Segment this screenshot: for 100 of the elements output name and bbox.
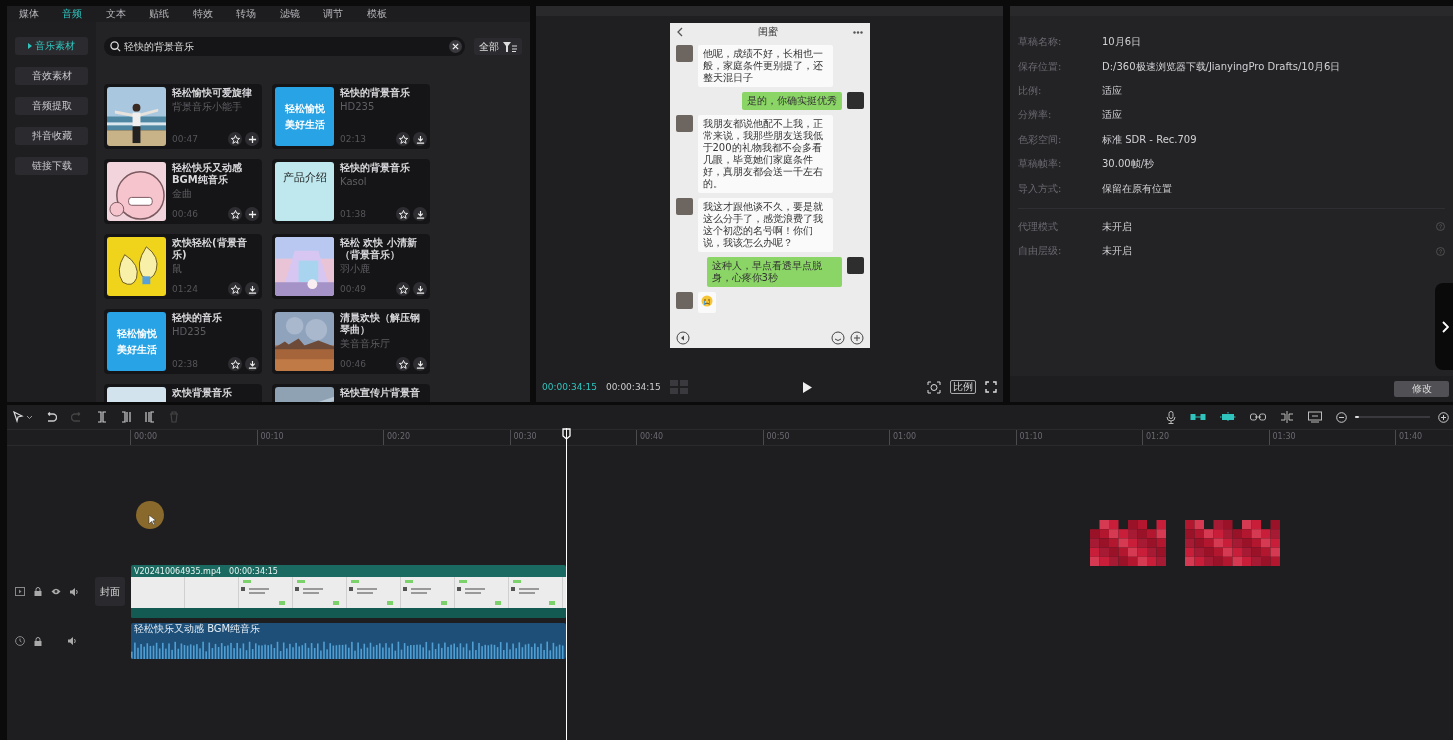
favorite-button[interactable] [228, 207, 242, 221]
split-preview-button[interactable] [1280, 411, 1294, 423]
playhead-handle-icon[interactable] [562, 428, 571, 440]
ruler-label: 00:20 [383, 430, 510, 445]
music-card[interactable]: 轻松愉悦 美好生活 轻快的音乐 HD235 02:38 [104, 309, 262, 374]
link-button[interactable] [1250, 413, 1266, 421]
split-right-button[interactable] [145, 411, 155, 423]
add-button[interactable] [245, 132, 259, 146]
tab[interactable]: 文本 [94, 7, 138, 21]
avatar [675, 292, 693, 309]
split-left-button[interactable] [121, 411, 131, 423]
tab[interactable]: 特效 [181, 7, 225, 21]
download-icon [415, 284, 425, 294]
avatar [675, 198, 693, 215]
music-card[interactable]: 欢快背景音乐 [104, 384, 262, 402]
crying-emoji-icon [700, 295, 713, 307]
tab[interactable]: 贴纸 [137, 7, 181, 21]
collapse-tab[interactable] [1435, 283, 1453, 370]
music-card[interactable]: 清晨欢快（解压钢琴曲） 美音音乐厅 00:46 [272, 309, 430, 374]
download-button[interactable] [413, 357, 427, 371]
track-title: 轻快的背景音乐 [340, 87, 411, 99]
search-field[interactable]: 轻快的背景音乐 [124, 41, 446, 52]
tab[interactable]: 模板 [355, 7, 399, 21]
track-title: 轻松 欢快 小清新（背景音乐） [340, 237, 418, 261]
zoom-in-button[interactable] [1438, 411, 1449, 423]
tab[interactable]: 音频 [50, 7, 94, 21]
link-icon [1250, 413, 1266, 421]
track-artist: 羽小鹿 [340, 262, 371, 275]
search-bar[interactable]: 轻快的背景音乐 [104, 37, 465, 56]
tab[interactable]: 媒体 [7, 7, 51, 21]
mic-button[interactable] [1166, 410, 1176, 424]
favorite-button[interactable] [228, 132, 242, 146]
ruler-label: 00:00 [130, 430, 257, 445]
field-value: D:/360极速浏览器下载/JianyingPro Drafts/10月6日 [1102, 59, 1341, 74]
filter-button[interactable]: 全部 [474, 38, 522, 55]
favorite-button[interactable] [396, 282, 410, 296]
zoom-out-icon [1336, 411, 1347, 423]
tab[interactable]: 转场 [224, 7, 268, 21]
track-duration: 01:38 [340, 209, 367, 219]
music-card[interactable]: 轻松愉悦 美好生活 轻快的背景音乐 HD235 02:13 [272, 84, 430, 149]
category-item[interactable]: 抖音收藏 [15, 127, 88, 145]
clear-button[interactable] [449, 40, 462, 53]
download-button[interactable] [413, 132, 427, 146]
lock-icon[interactable] [34, 636, 42, 646]
star-icon [398, 209, 408, 219]
back-icon [676, 27, 683, 37]
preview-axis-icon [1220, 412, 1236, 422]
zoom-out-button[interactable] [1336, 411, 1347, 423]
category-item[interactable]: 音频提取 [15, 97, 88, 115]
field-value: 适应 [1102, 108, 1122, 123]
eye-icon[interactable] [51, 588, 61, 595]
download-icon [415, 209, 425, 219]
speaker-icon[interactable] [70, 587, 79, 596]
music-card[interactable]: 产品介绍 轻快的背景音乐 Kasol 01:38 [272, 159, 430, 224]
trim-left-icon [121, 411, 131, 423]
ratio-button[interactable]: 比例 [950, 380, 976, 394]
select-tool-button[interactable] [13, 411, 33, 423]
plus-icon [247, 134, 257, 144]
favorite-button[interactable] [396, 357, 410, 371]
lock-icon[interactable] [34, 587, 42, 596]
favorite-button[interactable] [228, 357, 242, 371]
tab[interactable]: 滤镜 [268, 7, 312, 21]
music-card[interactable]: 欢快轻松(背景音乐) 鼠 01:24 [104, 234, 262, 299]
music-card[interactable]: 轻松愉快可爱旋律 背景音乐小能手 00:47 [104, 84, 262, 149]
edit-button[interactable]: 修改 [1394, 381, 1449, 397]
favorite-button[interactable] [396, 207, 410, 221]
download-button[interactable] [413, 207, 427, 221]
focus-button[interactable] [927, 380, 941, 394]
field-value: 未开启 [1102, 219, 1132, 234]
main-link-button[interactable] [1190, 413, 1206, 421]
tab[interactable]: 调节 [311, 7, 355, 21]
track-artist: 背景音乐小能手 [172, 100, 243, 113]
music-card[interactable]: 轻松 欢快 小清新（背景音乐） 羽小鹿 00:49 [272, 234, 430, 299]
cover-button[interactable]: 封面 [95, 577, 125, 606]
favorite-button[interactable] [228, 282, 242, 296]
download-button[interactable] [245, 282, 259, 296]
download-icon [415, 134, 425, 144]
music-card[interactable]: 轻松快乐又动感BGM纯音乐 金曲 00:46 [104, 159, 262, 224]
fullscreen-button[interactable] [985, 381, 997, 393]
favorite-button[interactable] [396, 132, 410, 146]
split-button[interactable] [97, 411, 107, 423]
play-button[interactable] [802, 381, 812, 393]
trash-icon [169, 411, 179, 423]
download-button[interactable] [245, 357, 259, 371]
category-item[interactable]: 音乐素材 [15, 37, 88, 55]
preview-axis-button[interactable] [1220, 412, 1236, 422]
grid-icon [669, 380, 688, 394]
ruler-label: 01:10 [1015, 430, 1142, 445]
category-item[interactable]: 音效素材 [15, 67, 88, 85]
download-button[interactable] [413, 282, 427, 296]
add-button[interactable] [245, 207, 259, 221]
play-icon [802, 381, 812, 393]
speaker-icon[interactable] [68, 637, 77, 645]
music-card[interactable]: 轻快宣传片背景音 [272, 384, 430, 402]
cover-text: 美好生活 [284, 117, 325, 132]
track-duration: 02:13 [340, 134, 367, 144]
preview-button[interactable] [1308, 411, 1322, 423]
category-item[interactable]: 链接下载 [15, 157, 88, 175]
clip-duration: 00:00:34:15 [229, 566, 278, 576]
undo-button[interactable] [45, 411, 57, 423]
